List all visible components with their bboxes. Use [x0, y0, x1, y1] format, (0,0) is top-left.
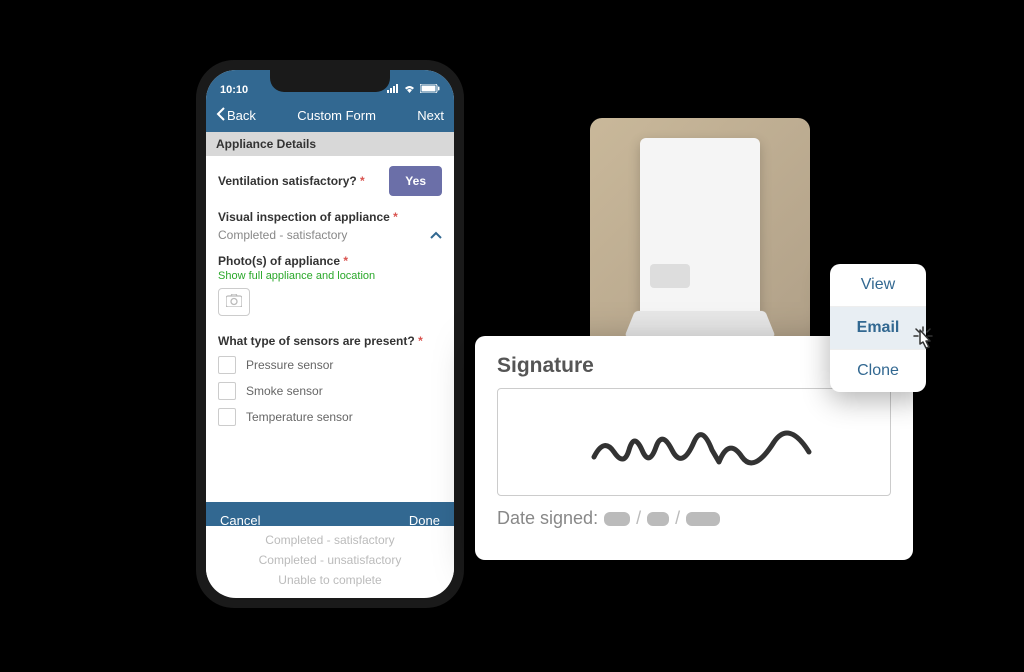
sensor-option-pressure[interactable]: Pressure sensor	[218, 356, 442, 374]
photos-label: Photo(s) of appliance *	[218, 254, 348, 268]
date-placeholder	[647, 512, 669, 526]
ventilation-yes-button[interactable]: Yes	[389, 166, 442, 196]
sensor-label: Pressure sensor	[246, 358, 333, 372]
camera-icon	[226, 294, 242, 310]
signal-icon	[387, 84, 399, 96]
date-placeholder	[604, 512, 630, 526]
sensor-label: Temperature sensor	[246, 410, 353, 424]
signature-stroke	[574, 402, 814, 482]
date-signed-row: Date signed: / /	[497, 508, 891, 529]
battery-icon	[420, 84, 440, 96]
wifi-icon	[403, 84, 416, 96]
sensors-label: What type of sensors are present? *	[218, 334, 423, 348]
dropdown-selected: Completed - satisfactory	[218, 228, 347, 242]
signature-input[interactable]	[497, 388, 891, 496]
back-label: Back	[227, 108, 256, 123]
date-placeholder	[686, 512, 720, 526]
boiler-illustration	[640, 138, 760, 318]
appliance-photo	[590, 118, 810, 354]
checkbox-icon	[218, 382, 236, 400]
sensor-option-smoke[interactable]: Smoke sensor	[218, 382, 442, 400]
ventilation-label: Ventilation satisfactory? *	[218, 174, 365, 188]
checkbox-icon	[218, 408, 236, 426]
section-header: Appliance Details	[206, 132, 454, 156]
checkbox-icon	[218, 356, 236, 374]
status-time: 10:10	[220, 84, 248, 96]
phone-notch	[270, 70, 390, 92]
nav-bar: Back Custom Form Next	[206, 98, 454, 132]
field-visual-inspection: Visual inspection of appliance * Complet…	[218, 210, 442, 242]
cursor-pointer-icon	[912, 326, 940, 363]
next-button[interactable]: Next	[417, 108, 444, 123]
camera-button[interactable]	[218, 288, 250, 316]
picker-option[interactable]: Unable to complete	[206, 570, 454, 590]
back-button[interactable]: Back	[216, 107, 256, 124]
photos-hint: Show full appliance and location	[218, 270, 442, 282]
field-ventilation: Ventilation satisfactory? * Yes	[218, 166, 442, 196]
status-indicators	[387, 84, 440, 96]
chevron-up-icon	[430, 228, 442, 242]
field-photos: Photo(s) of appliance * Show full applia…	[218, 254, 442, 316]
date-signed-label: Date signed:	[497, 508, 598, 529]
phone-frame: 10:10 Back Custom Form Ne	[196, 60, 464, 608]
nav-title: Custom Form	[297, 108, 376, 123]
sensor-option-temperature[interactable]: Temperature sensor	[218, 408, 442, 426]
sensor-label: Smoke sensor	[246, 384, 323, 398]
picker-option[interactable]: Completed - unsatisfactory	[206, 550, 454, 570]
menu-view[interactable]: View	[830, 264, 926, 307]
field-sensors: What type of sensors are present? * Pres…	[218, 334, 442, 426]
form-body: Ventilation satisfactory? * Yes Visual i…	[206, 156, 454, 444]
phone-screen: 10:10 Back Custom Form Ne	[206, 70, 454, 598]
dropdown-picker[interactable]: Completed - satisfactory Completed - uns…	[206, 526, 454, 594]
picker-option[interactable]: Completed - satisfactory	[206, 530, 454, 550]
visual-inspection-label: Visual inspection of appliance *	[218, 210, 398, 224]
chevron-left-icon	[216, 107, 225, 124]
visual-inspection-dropdown[interactable]: Completed - satisfactory	[218, 228, 442, 242]
